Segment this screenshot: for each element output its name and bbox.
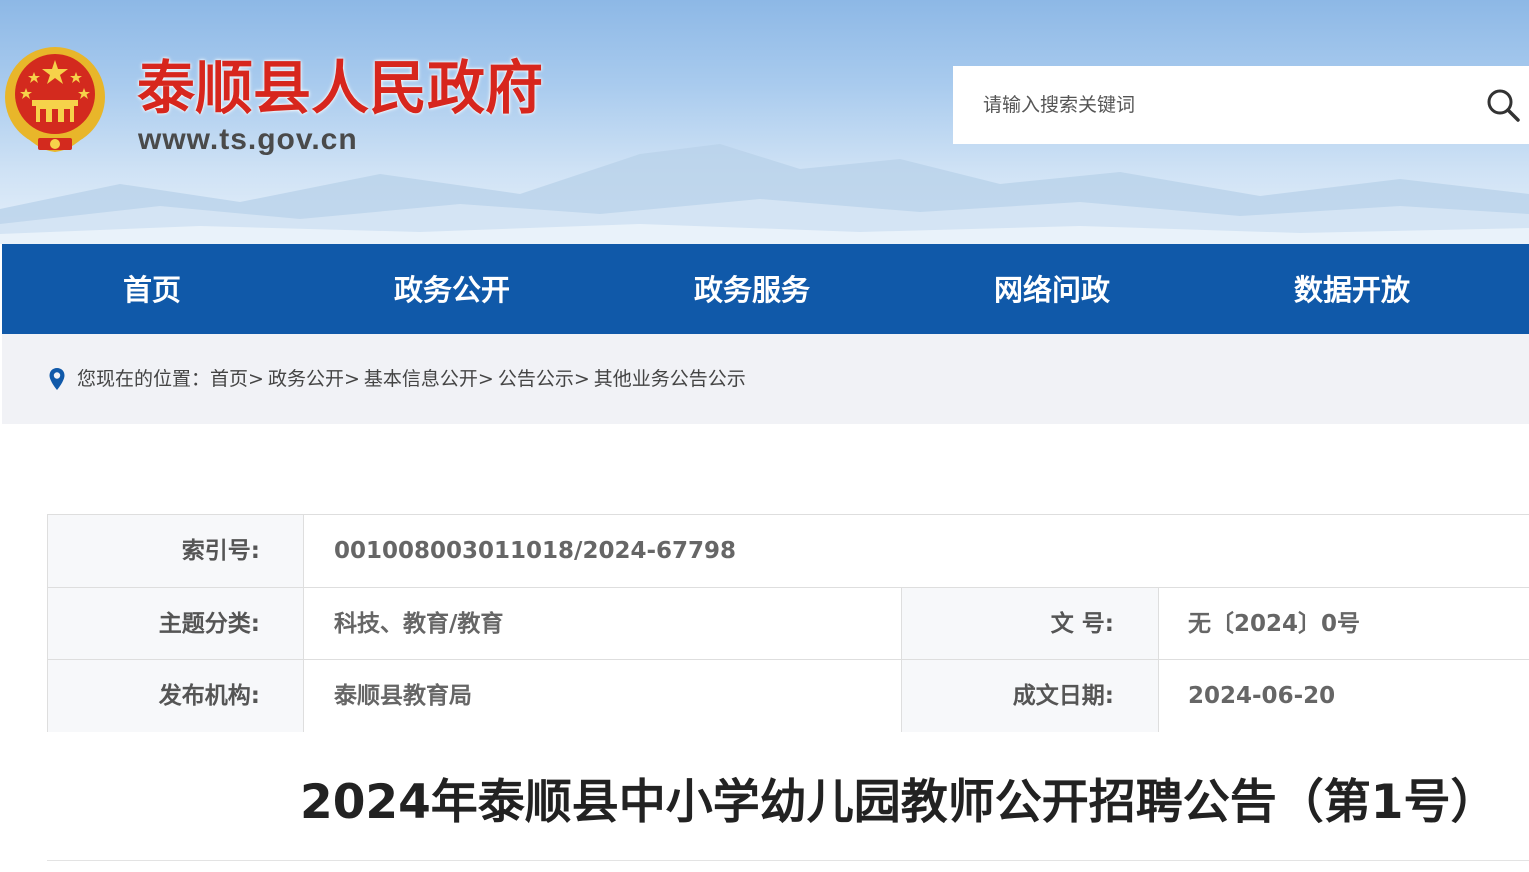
site-title[interactable]: 泰顺县人民政府 (137, 52, 543, 124)
document-number-label: 文 号: (902, 588, 1158, 660)
breadcrumb-item-other-announcements[interactable]: 其他业务公告公示 (594, 368, 746, 390)
breadcrumb: 您现在的位置：首页> 政务公开> 基本信息公开> 公告公示> 其他业务公告公示 (77, 334, 746, 424)
header-banner: 泰顺县人民政府 www.ts.gov.cn (0, 0, 1529, 244)
search-box (953, 66, 1529, 144)
table-divider (303, 515, 304, 732)
table-divider (901, 587, 902, 732)
breadcrumb-item-basic-info[interactable]: 基本信息公开 (364, 368, 478, 390)
location-pin-icon (49, 368, 65, 390)
publisher-value: 泰顺县教育局 (304, 660, 902, 732)
title-divider (47, 860, 1529, 861)
breadcrumb-item-announcements[interactable]: 公告公示 (498, 368, 574, 390)
topic-category-value: 科技、教育/教育 (304, 588, 902, 660)
document-info-table: 索引号: 001008003011018/2024-67798 主题分类: 科技… (47, 514, 1529, 732)
nav-item-home[interactable]: 首页 (92, 244, 212, 334)
search-input[interactable] (953, 66, 1473, 144)
topic-category-label: 主题分类: (48, 588, 304, 660)
breadcrumb-separator: > (573, 368, 590, 390)
creation-date-value: 2024-06-20 (1158, 660, 1529, 732)
nav-item-government-services[interactable]: 政务服务 (672, 244, 832, 334)
breadcrumb-separator: > (248, 368, 264, 390)
breadcrumb-bar: 您现在的位置：首页> 政务公开> 基本信息公开> 公告公示> 其他业务公告公示 (2, 334, 1529, 424)
site-url[interactable]: www.ts.gov.cn (138, 122, 358, 158)
publisher-label: 发布机构: (48, 660, 304, 732)
table-divider (48, 659, 1529, 660)
breadcrumb-separator: > (343, 368, 360, 390)
table-divider (48, 587, 1529, 588)
breadcrumb-prefix: 您现在的位置： (77, 368, 211, 390)
index-number-label: 索引号: (48, 515, 304, 587)
table-divider (1158, 587, 1159, 732)
nav-item-open-data[interactable]: 数据开放 (1272, 244, 1432, 334)
nav-item-government-affairs-open[interactable]: 政务公开 (372, 244, 532, 334)
nav-item-online-inquiry[interactable]: 网络问政 (972, 244, 1132, 334)
breadcrumb-separator: > (477, 368, 494, 390)
search-icon[interactable] (1483, 85, 1523, 125)
national-emblem-icon (5, 47, 105, 152)
document-number-value: 无〔2024〕0号 (1158, 588, 1529, 660)
creation-date-label: 成文日期: (902, 660, 1158, 732)
breadcrumb-item-home[interactable]: 首页 (210, 368, 248, 390)
index-number-value: 001008003011018/2024-67798 (304, 515, 1529, 587)
article-title: 2024年泰顺县中小学幼儿园教师公开招聘公告（第1号） (300, 775, 1498, 830)
main-nav: 首页 政务公开 政务服务 网络问政 数据开放 (2, 244, 1529, 334)
breadcrumb-item-government-affairs-open[interactable]: 政务公开 (268, 368, 344, 390)
